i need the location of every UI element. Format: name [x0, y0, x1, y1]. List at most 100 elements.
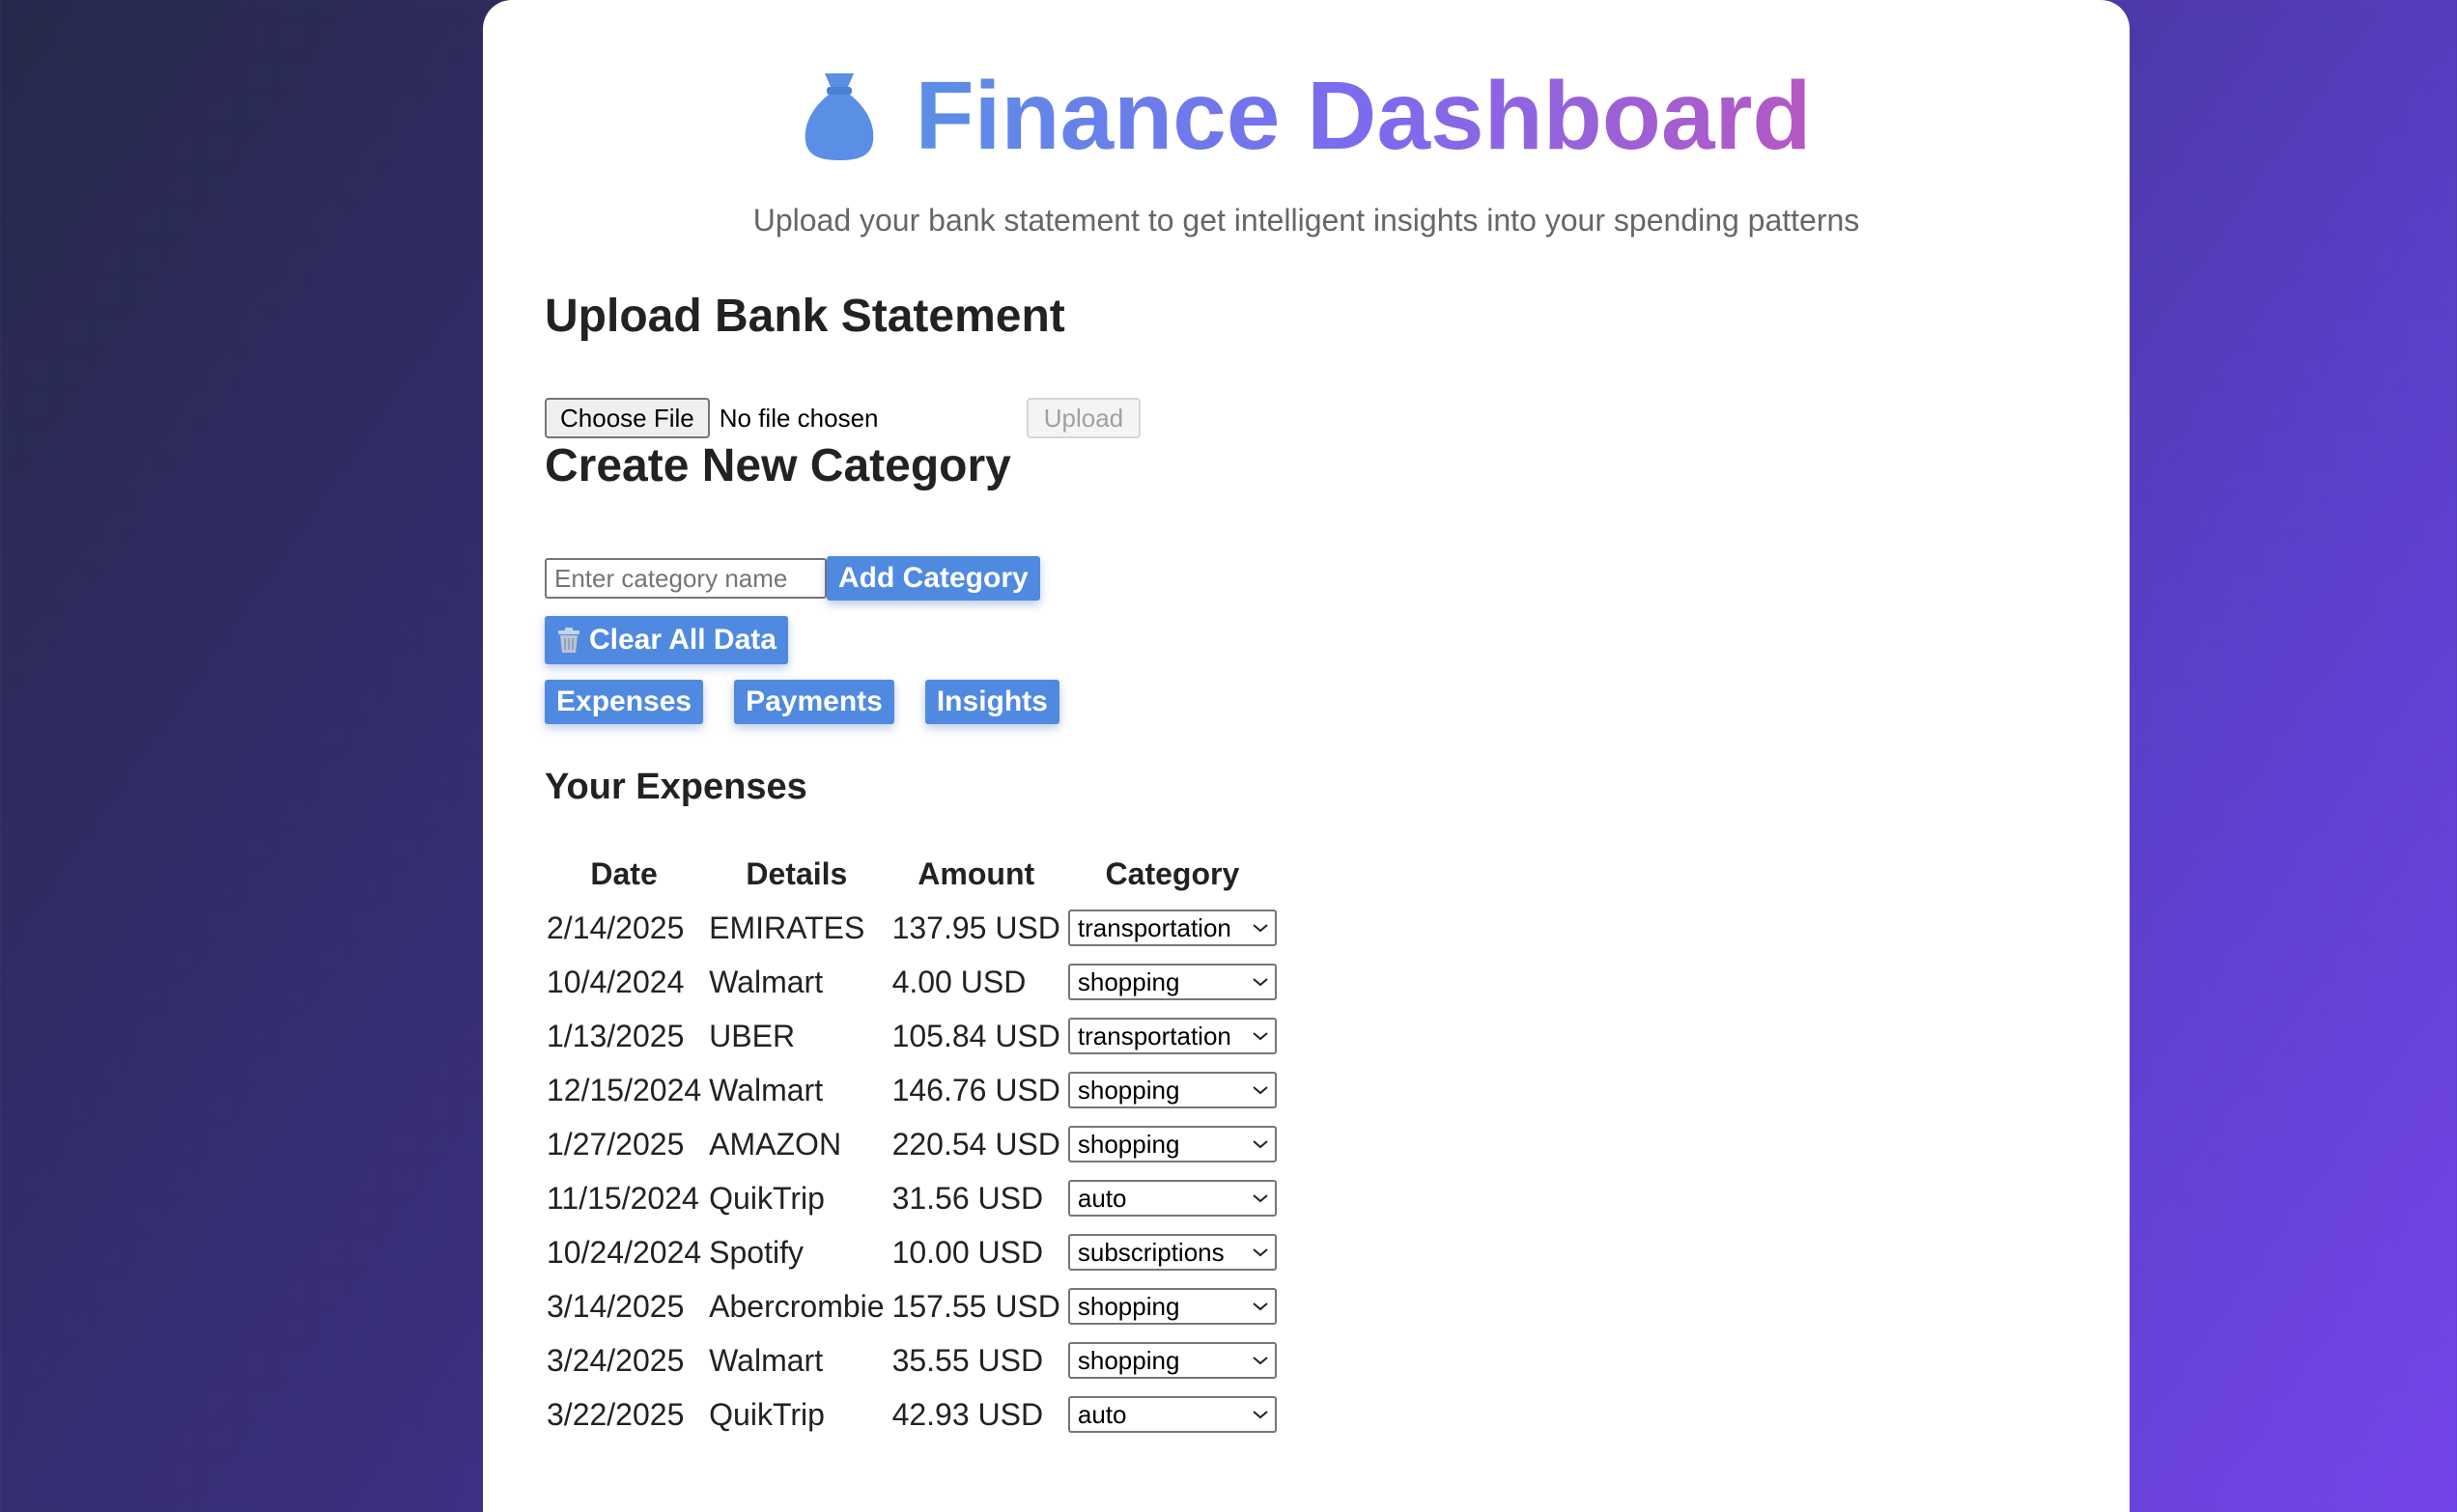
cell-amount: 42.93 USD	[891, 1396, 1044, 1432]
cell-category: shopping	[1064, 1279, 1281, 1333]
chevron-down-icon	[1253, 978, 1268, 987]
main-content: Upload Bank Statement Choose File No fil…	[545, 290, 2090, 1442]
cell-amount: 105.84 USD	[891, 1018, 1060, 1053]
category-select[interactable]: transportation	[1067, 1018, 1277, 1054]
tab-payments[interactable]: Payments	[734, 680, 894, 724]
chevron-down-icon	[1253, 1302, 1268, 1311]
cell-details: UBER	[709, 1018, 796, 1053]
table-row: 3/24/2025 Walmart 35.55 USD shopping	[543, 1333, 1281, 1387]
category-select[interactable]: shopping	[1067, 1288, 1277, 1325]
category-select[interactable]: shopping	[1067, 1342, 1277, 1379]
category-select-value: auto	[1077, 1399, 1127, 1429]
page-subtitle: Upload your bank statement to get intell…	[752, 203, 1860, 238]
cell-amount: 220.54 USD	[891, 1126, 1060, 1162]
category-select-value: shopping	[1077, 1345, 1180, 1375]
category-select[interactable]: auto	[1067, 1396, 1277, 1433]
tab-expenses[interactable]: Expenses	[545, 680, 704, 724]
cell-category: subscriptions	[1064, 1225, 1281, 1279]
cell-category: shopping	[1064, 1063, 1281, 1117]
cell-date: 11/15/2024	[547, 1180, 699, 1216]
cell-amount: 10.00 USD	[891, 1234, 1044, 1270]
dashboard-panel: Finance Dashboard Upload your bank state…	[483, 0, 2130, 1512]
upload-row: Choose File No file chosen Upload	[545, 397, 2090, 439]
chevron-down-icon	[1253, 1248, 1268, 1257]
column-header-category: Category	[1105, 855, 1240, 891]
title-row: Finance Dashboard	[483, 58, 2130, 174]
tab-insights[interactable]: Insights	[924, 680, 1059, 724]
cell-details: Walmart	[709, 1072, 824, 1107]
cell-details: QuikTrip	[709, 1180, 825, 1216]
cell-date: 10/24/2024	[547, 1234, 702, 1270]
choose-file-button[interactable]: Choose File	[545, 398, 710, 438]
category-name-input[interactable]	[545, 558, 827, 599]
cell-details: Walmart	[709, 1342, 824, 1378]
cell-category: transportation	[1064, 1009, 1281, 1063]
cell-category: auto	[1064, 1171, 1281, 1225]
cell-date: 1/27/2025	[547, 1126, 685, 1162]
trash-icon	[558, 628, 579, 653]
file-status: No file chosen	[719, 403, 879, 433]
cell-category: auto	[1064, 1387, 1281, 1442]
header: Finance Dashboard Upload your bank state…	[483, 0, 2130, 238]
table-row: 1/27/2025 AMAZON 220.54 USD shopping	[543, 1117, 1281, 1171]
category-select-value: transportation	[1077, 1021, 1231, 1050]
clear-all-data-label: Clear All Data	[589, 624, 777, 656]
cell-amount: 146.76 USD	[891, 1072, 1060, 1107]
category-select-value: transportation	[1077, 912, 1231, 942]
cell-amount: 35.55 USD	[891, 1342, 1044, 1378]
cell-details: Walmart	[709, 964, 824, 999]
cell-date: 12/15/2024	[547, 1072, 702, 1107]
cell-date: 1/13/2025	[547, 1018, 685, 1053]
cell-amount: 31.56 USD	[891, 1180, 1044, 1216]
column-header-details: Details	[746, 855, 848, 891]
money-bag-icon	[805, 73, 873, 160]
chevron-down-icon	[1253, 1140, 1268, 1149]
chevron-down-icon	[1253, 1032, 1268, 1041]
chevron-down-icon	[1253, 924, 1268, 933]
cell-details: QuikTrip	[709, 1396, 825, 1432]
tabs: Expenses Payments Insights	[545, 680, 2090, 724]
category-select[interactable]: shopping	[1067, 964, 1277, 1000]
cell-details: Spotify	[709, 1234, 804, 1270]
cell-amount: 137.95 USD	[891, 910, 1060, 945]
category-select-value: auto	[1077, 1183, 1127, 1213]
cell-date: 2/14/2025	[547, 910, 685, 945]
chevron-down-icon	[1253, 1086, 1268, 1095]
cell-amount: 4.00 USD	[891, 964, 1027, 999]
cell-category: shopping	[1064, 955, 1281, 1009]
category-select[interactable]: auto	[1067, 1180, 1277, 1217]
cell-date: 3/24/2025	[547, 1342, 685, 1378]
category-select-value: subscriptions	[1077, 1237, 1225, 1267]
column-header-amount: Amount	[918, 855, 1035, 891]
cell-date: 10/4/2024	[547, 964, 685, 999]
table-row: 12/15/2024 Walmart 146.76 USD shopping	[543, 1063, 1281, 1117]
chevron-down-icon	[1253, 1411, 1268, 1419]
cell-details: EMIRATES	[709, 910, 865, 945]
table-row: 2/14/2025 EMIRATES 137.95 USD transportatio…	[543, 901, 1281, 955]
category-select[interactable]: shopping	[1067, 1126, 1277, 1162]
page-title: Finance Dashboard	[915, 62, 1812, 170]
column-header-date: Date	[590, 855, 658, 891]
category-row: Add Category	[545, 556, 2090, 601]
category-select[interactable]: shopping	[1067, 1072, 1277, 1108]
table-row: 11/15/2024 QuikTrip 31.56 USD auto	[543, 1171, 1281, 1225]
expenses-heading: Your Expenses	[545, 767, 807, 807]
add-category-button[interactable]: Add Category	[827, 556, 1040, 601]
upload-heading: Upload Bank Statement	[545, 291, 1065, 342]
cell-category: shopping	[1064, 1117, 1281, 1171]
cell-details: AMAZON	[709, 1126, 842, 1162]
category-select[interactable]: subscriptions	[1067, 1234, 1277, 1271]
table-header-row: Date Details Amount Category	[543, 847, 1281, 901]
chevron-down-icon	[1253, 1357, 1268, 1365]
cell-amount: 157.55 USD	[891, 1288, 1060, 1324]
table-row: 10/4/2024 Walmart 4.00 USD shopping	[543, 955, 1281, 1009]
category-select[interactable]: transportation	[1067, 910, 1277, 946]
cell-category: transportation	[1064, 901, 1281, 955]
clear-all-data-button[interactable]: Clear All Data	[545, 616, 788, 664]
table-row: 3/22/2025 QuikTrip 42.93 USD auto	[543, 1387, 1281, 1442]
category-select-value: shopping	[1077, 1129, 1180, 1159]
category-select-value: shopping	[1077, 1291, 1180, 1321]
cell-details: Abercrombie	[709, 1288, 885, 1324]
upload-button[interactable]: Upload	[1026, 398, 1142, 438]
cell-date: 3/22/2025	[547, 1396, 685, 1432]
